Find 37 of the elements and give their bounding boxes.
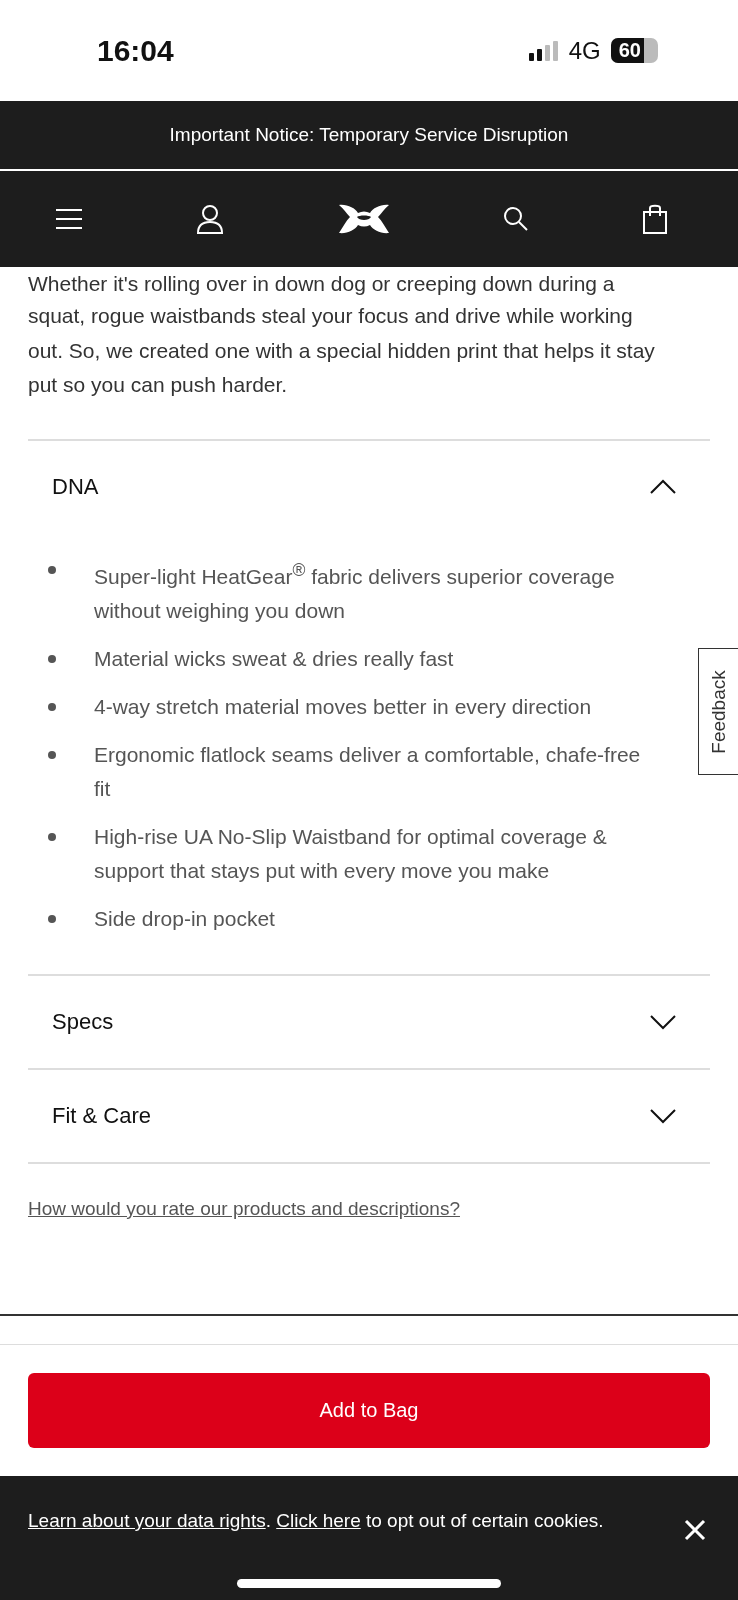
bullet-icon <box>48 914 56 923</box>
menu-icon[interactable] <box>55 208 83 230</box>
bullet-icon <box>48 702 56 711</box>
rating-link[interactable]: How would you rate our products and descriptions? <box>28 1197 460 1220</box>
close-icon[interactable] <box>684 1519 706 1541</box>
add-to-bag-button[interactable]: Add to Bag <box>28 1373 710 1448</box>
description-text: Whether it's rolling over in down dog or creeping down during a <box>28 271 616 297</box>
network-label: 4G <box>568 36 601 65</box>
bullet-text: High-rise UA No-Slip Waistband for optimal coverage & support that stays put with every move you make <box>94 823 608 884</box>
status-time: 16:04 <box>97 33 174 68</box>
description-text: squat, rogue waistbands steal your focus and drive while working out. So, we created one with a special hidden print that helps it stay put so you can push harder. <box>28 299 710 441</box>
bullet-text: Super-light HeatGear$^{®}$ fabric delivers superior coverage without weighing you down <box>94 558 616 624</box>
person-icon[interactable] <box>195 204 224 234</box>
bullet-text: 4-way stretch material moves better in every direction <box>94 693 592 720</box>
bullet-text: Material wicks sweat & dries really fast <box>94 645 454 672</box>
bullet-text: Side drop-in pocket <box>94 905 275 932</box>
battery-level: 60 <box>610 38 644 63</box>
bullet-icon <box>48 654 56 663</box>
opt-out-link[interactable]: Click here <box>276 1510 361 1531</box>
chevron-icon <box>650 478 676 495</box>
bullet-icon <box>48 832 56 841</box>
bullet-icon <box>48 565 56 574</box>
accordion-header[interactable]: DNA <box>28 440 710 533</box>
data-rights-link[interactable]: Learn about your data rights <box>28 1510 266 1531</box>
cookie-text: Learn about your data rights. Click here to opt out of certain cookies. <box>28 1509 605 1533</box>
bullet-text: Ergonomic flatlock seams deliver a comfortable, chafe-free fit <box>94 741 642 802</box>
bag-icon[interactable] <box>642 204 668 234</box>
accordion-header[interactable]: Fit & Care <box>28 1069 710 1162</box>
bullet-icon <box>48 750 56 759</box>
chevron-icon <box>650 1107 676 1124</box>
accordion-header[interactable]: Specs <box>28 975 710 1068</box>
logo-icon[interactable] <box>336 203 391 235</box>
chevron-icon <box>650 1013 676 1030</box>
notice-text[interactable]: Important Notice: Temporary Service Disruption <box>169 124 569 146</box>
feedback-tab[interactable]: Feedback <box>698 648 738 775</box>
signal-icon <box>528 40 559 61</box>
search-icon[interactable] <box>503 206 530 232</box>
